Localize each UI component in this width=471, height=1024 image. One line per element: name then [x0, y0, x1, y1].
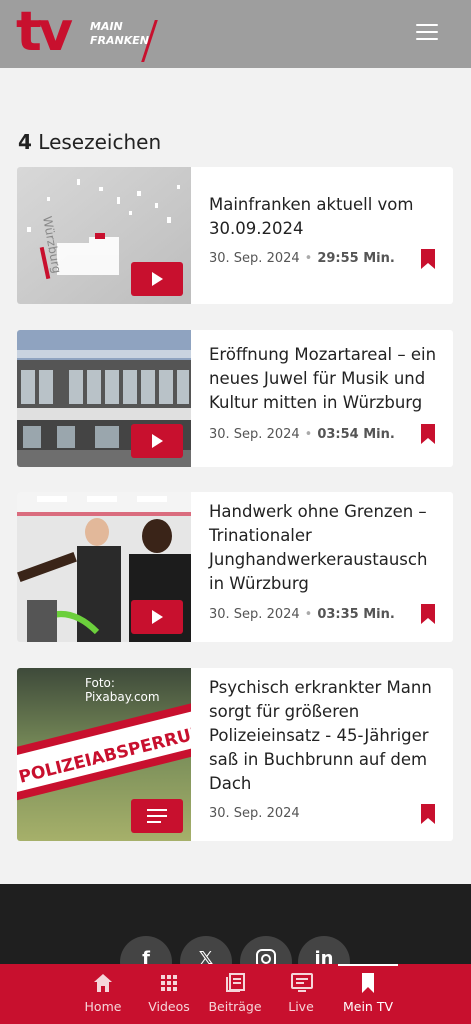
bookmark-card[interactable]: Würzburg Mainfranken aktuell vom 30.09.2… [17, 167, 453, 304]
nav-item-home[interactable]: Home [68, 964, 138, 1024]
page-title: 4 Lesezeichen [18, 130, 161, 154]
card-title[interactable]: Handwerk ohne Grenzen – Trinationaler Ju… [209, 500, 437, 596]
nav-label-beitraege: Beiträge [208, 999, 262, 1014]
card-meta: 30. Sep. 2024 • 03:35 Min. [209, 607, 395, 622]
bookmark-icon[interactable] [421, 249, 435, 269]
bookmark-count: 4 [18, 130, 32, 154]
article-button[interactable] [131, 799, 183, 833]
card-title[interactable]: Psychisch erkrankter Mann sorgt für größ… [209, 676, 437, 796]
play-button[interactable] [131, 424, 183, 458]
nav-label-home: Home [84, 999, 122, 1014]
nav-label-mein-tv: Mein TV [342, 999, 394, 1014]
nav-item-mein-tv[interactable]: Mein TV [333, 964, 403, 1024]
bookmark-card[interactable]: Eröffnung Mozartareal – ein neues Juwel … [17, 330, 453, 467]
bookmark-icon[interactable] [421, 424, 435, 444]
card-meta: 30. Sep. 2024 [209, 806, 300, 821]
logo-main-text: MAIN [90, 20, 123, 33]
bookmark-icon[interactable] [421, 604, 435, 624]
live-icon [291, 973, 313, 992]
hamburger-menu-icon[interactable] [416, 24, 438, 44]
card-title[interactable]: Eröffnung Mozartareal – ein neues Juwel … [209, 343, 437, 415]
card-date: 30. Sep. 2024 [209, 607, 300, 622]
logo-tv-text: tv [16, 0, 73, 63]
bottom-navigation: Home Videos Beiträge Live Mein TV [0, 964, 471, 1024]
video-thumbnail[interactable] [17, 492, 191, 642]
tv-mainfranken-logo[interactable]: tv MAIN FRANKEN [16, 2, 166, 62]
play-icon [152, 434, 163, 448]
bookmark-card[interactable]: POLIZEIABSPERRUNG Foto: Pixabay.com Psyc… [17, 668, 453, 841]
card-duration: 03:35 Min. [317, 607, 395, 622]
page-title-label: Lesezeichen [38, 130, 162, 154]
article-icon [147, 809, 167, 823]
bookmark-icon[interactable] [421, 804, 435, 824]
nav-item-beitraege[interactable]: Beiträge [200, 964, 270, 1024]
nav-item-live[interactable]: Live [266, 964, 336, 1024]
page-footer [0, 884, 471, 964]
bookmark-icon [362, 973, 374, 993]
play-icon [152, 610, 163, 624]
nav-item-videos[interactable]: Videos [134, 964, 204, 1024]
card-date: 30. Sep. 2024 [209, 251, 300, 266]
card-title[interactable]: Mainfranken aktuell vom 30.09.2024 [209, 193, 437, 241]
play-button[interactable] [131, 262, 183, 296]
card-duration: 03:54 Min. [317, 427, 395, 442]
play-icon [152, 272, 163, 286]
play-button[interactable] [131, 600, 183, 634]
home-icon [94, 974, 112, 992]
card-duration: 29:55 Min. [317, 251, 395, 266]
card-meta: 30. Sep. 2024 • 29:55 Min. [209, 251, 395, 266]
articles-icon [226, 973, 245, 992]
card-date: 30. Sep. 2024 [209, 806, 300, 821]
app-header: tv MAIN FRANKEN [0, 0, 471, 68]
video-thumbnail[interactable] [17, 330, 191, 467]
article-thumbnail[interactable]: POLIZEIABSPERRUNG Foto: Pixabay.com [17, 668, 191, 841]
card-date: 30. Sep. 2024 [209, 427, 300, 442]
active-tab-indicator [338, 964, 398, 966]
grid-icon [161, 975, 177, 991]
video-thumbnail[interactable]: Würzburg [17, 167, 191, 304]
nav-label-videos: Videos [148, 999, 190, 1014]
bookmark-card[interactable]: Handwerk ohne Grenzen – Trinationaler Ju… [17, 492, 453, 642]
nav-label-live: Live [288, 999, 314, 1014]
card-meta: 30. Sep. 2024 • 03:54 Min. [209, 427, 395, 442]
photo-credit: Foto: Pixabay.com [85, 676, 160, 704]
logo-franken-text: FRANKEN [90, 34, 149, 47]
